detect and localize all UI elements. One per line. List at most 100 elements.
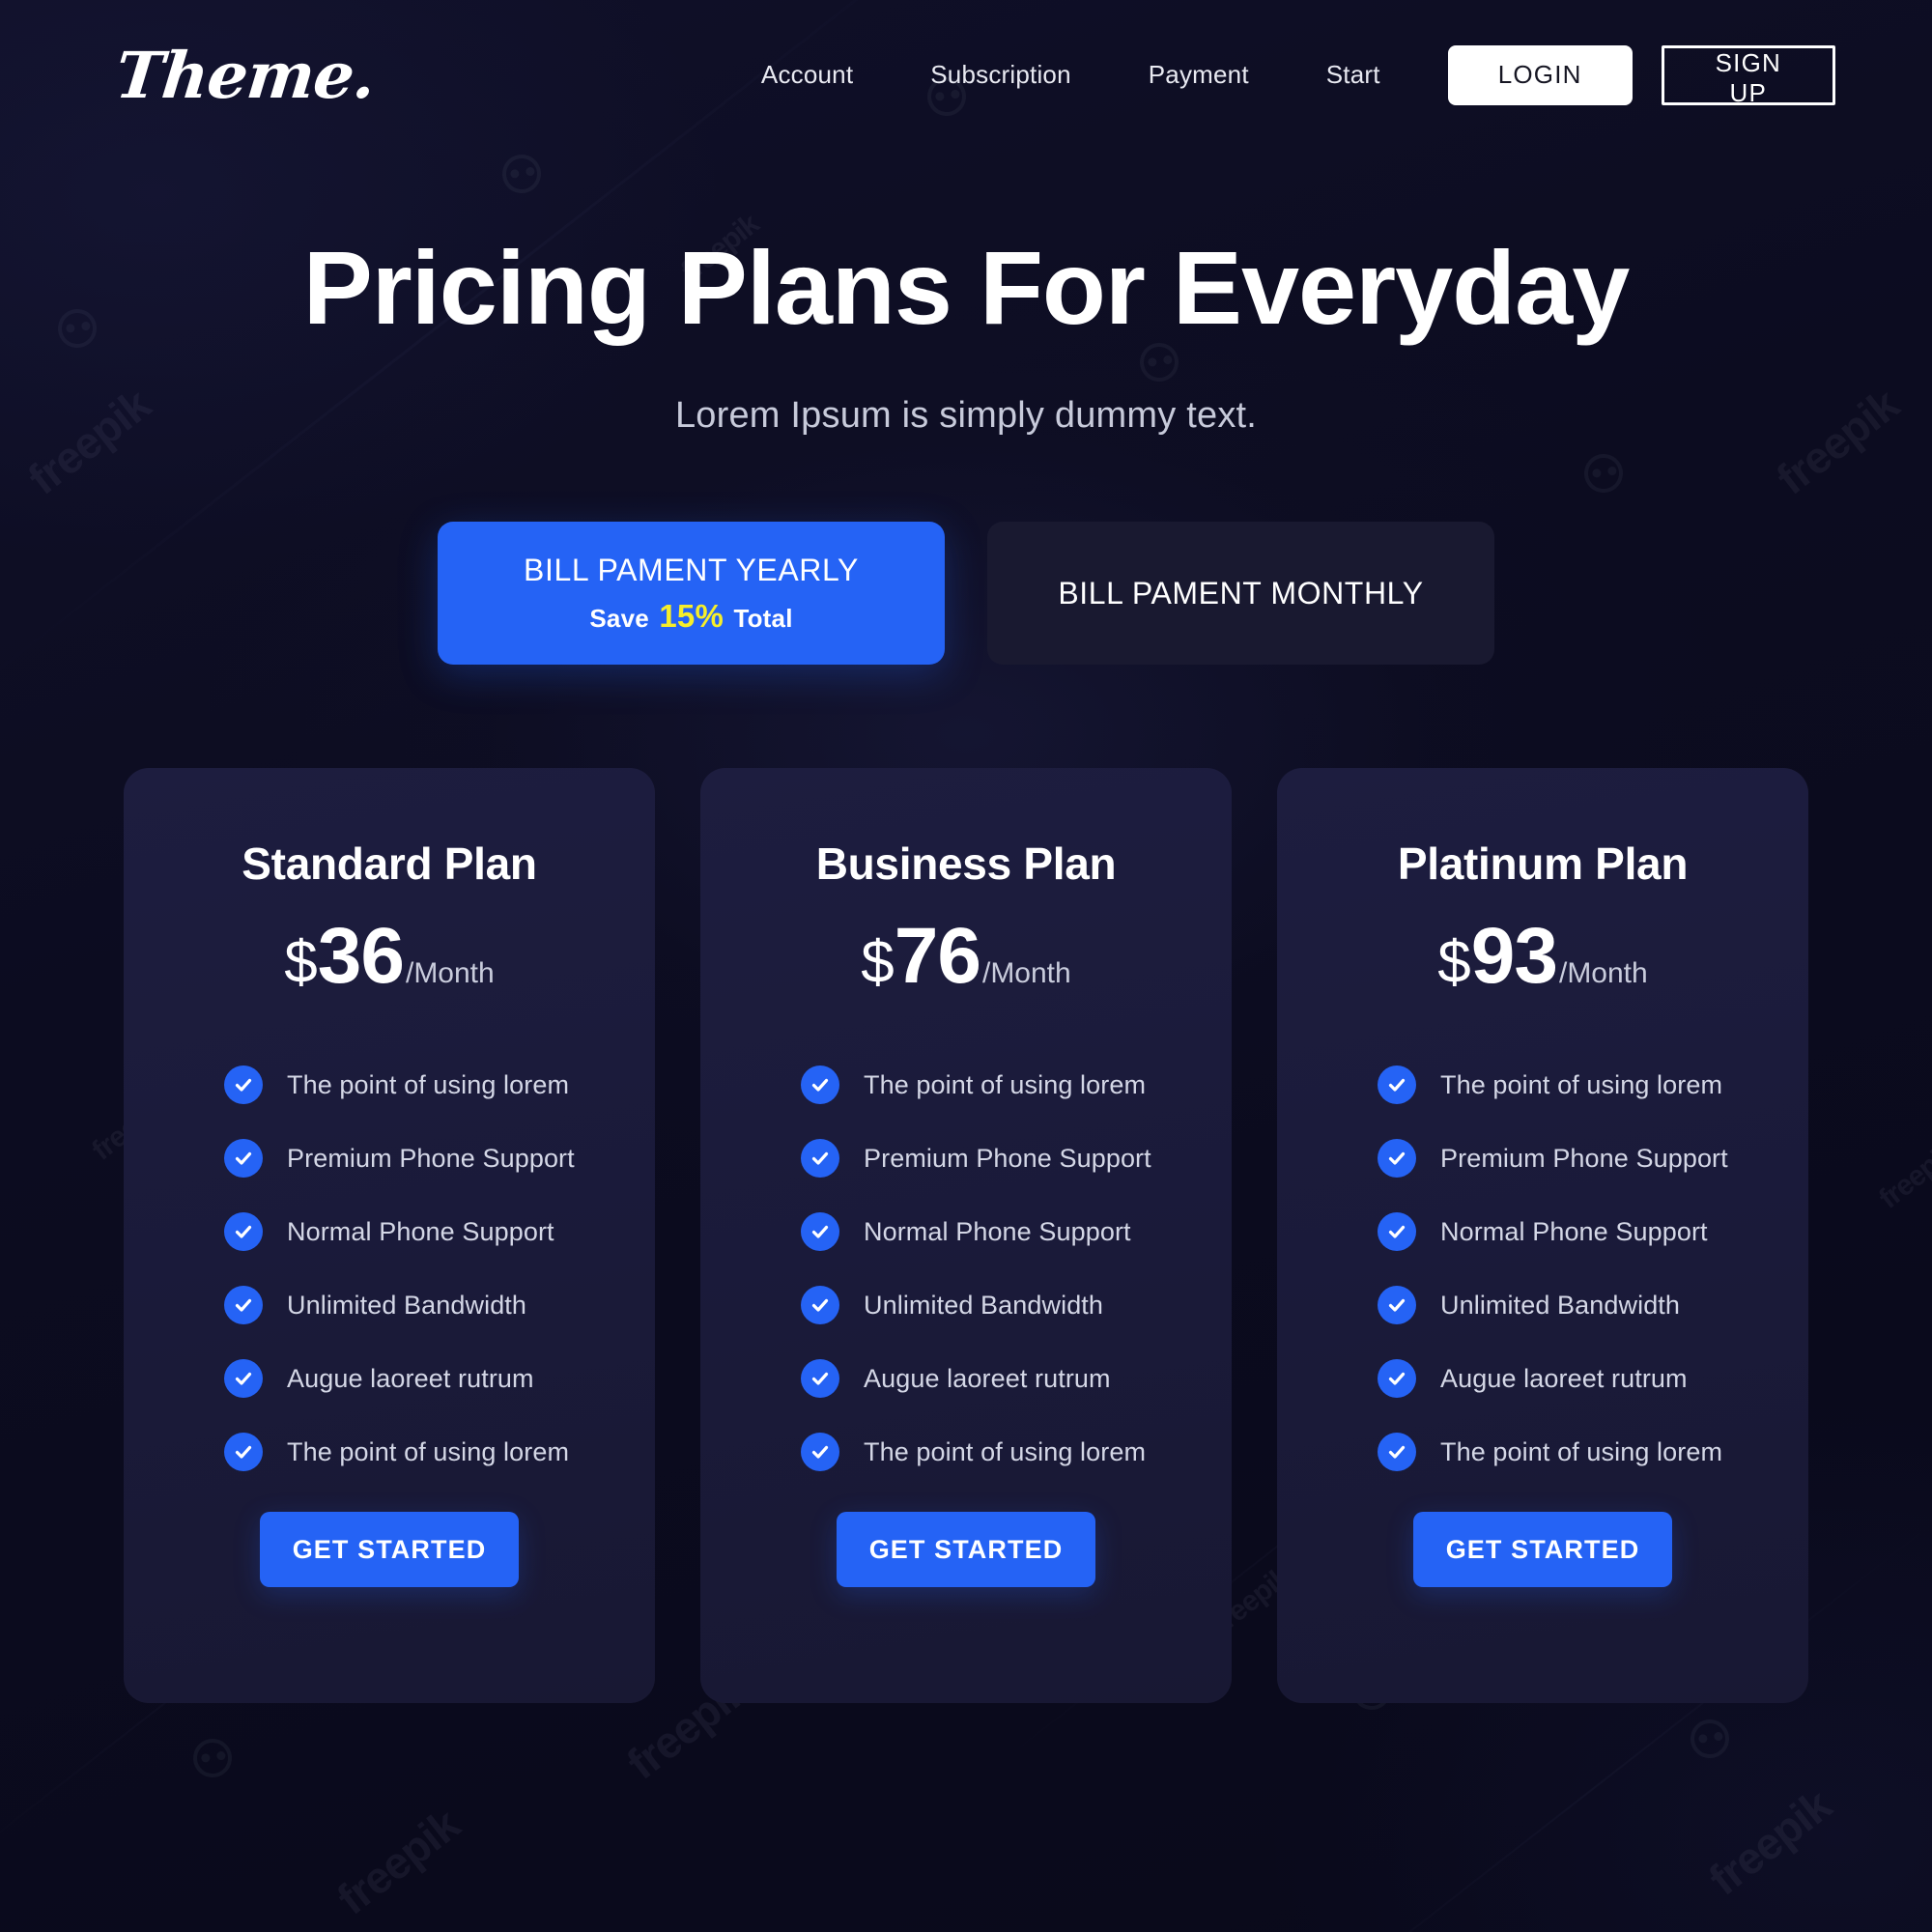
feature-label: The point of using lorem xyxy=(287,1436,570,1466)
list-item: The point of using lorem xyxy=(801,1433,1232,1471)
main-navigation: Account Subscription Payment Start xyxy=(761,60,1380,90)
list-item: The point of using lorem xyxy=(801,1065,1232,1104)
feature-label: Unlimited Bandwidth xyxy=(864,1290,1104,1320)
brand-logo[interactable]: Theme. xyxy=(112,38,379,113)
list-item: The point of using lorem xyxy=(224,1065,655,1104)
nav-item-subscription[interactable]: Subscription xyxy=(930,60,1070,90)
list-item: Normal Phone Support xyxy=(801,1212,1232,1251)
feature-label: Normal Phone Support xyxy=(1440,1216,1708,1246)
feature-label: Normal Phone Support xyxy=(287,1216,554,1246)
check-circle-icon xyxy=(224,1212,263,1251)
price-currency: $ xyxy=(284,929,318,996)
watermark-logo-icon xyxy=(1682,1711,1738,1767)
plan-price: $ 36 /Month xyxy=(284,917,494,996)
feature-label: The point of using lorem xyxy=(287,1069,570,1099)
page-title: Pricing Plans For Everyday xyxy=(302,229,1631,346)
price-currency: $ xyxy=(861,929,895,996)
nav-item-account[interactable]: Account xyxy=(761,60,853,90)
watermark-logo-icon xyxy=(494,146,550,202)
nav-item-start[interactable]: Start xyxy=(1326,60,1380,90)
check-circle-icon xyxy=(801,1065,839,1104)
feature-label: The point of using lorem xyxy=(864,1436,1147,1466)
pricing-card-standard: Standard Plan $ 36 /Month The point of u… xyxy=(124,768,655,1703)
feature-label: Premium Phone Support xyxy=(287,1143,575,1173)
list-item: Unlimited Bandwidth xyxy=(801,1286,1232,1324)
list-item: The point of using lorem xyxy=(224,1433,655,1471)
check-circle-icon xyxy=(801,1212,839,1251)
price-period: /Month xyxy=(1558,957,1648,989)
get-started-button[interactable]: GET STARTED xyxy=(1413,1512,1672,1587)
feature-label: The point of using lorem xyxy=(1440,1069,1723,1099)
plan-name: Standard Plan xyxy=(242,838,537,889)
feature-label: Augue laoreet rutrum xyxy=(864,1363,1111,1393)
savings-prefix: Save xyxy=(589,603,649,633)
billing-monthly-label: BILL PAMENT MONTHLY xyxy=(1058,575,1424,611)
billing-toggle-yearly[interactable]: BILL PAMENT YEARLY Save 15% Total xyxy=(438,522,945,665)
get-started-button[interactable]: GET STARTED xyxy=(260,1512,519,1587)
savings-value: 15% xyxy=(659,597,724,634)
feature-list: The point of using lorem Premium Phone S… xyxy=(124,1065,655,1506)
list-item: Normal Phone Support xyxy=(1378,1212,1808,1251)
page-subtitle: Lorem Ipsum is simply dummy text. xyxy=(674,394,1258,436)
price-amount: 36 xyxy=(317,912,405,1000)
site-header: Theme. Account Subscription Payment Star… xyxy=(0,0,1932,150)
check-circle-icon xyxy=(801,1286,839,1324)
price-period: /Month xyxy=(405,957,495,989)
check-circle-icon xyxy=(1378,1286,1416,1324)
price-amount: 93 xyxy=(1470,912,1558,1000)
price-period: /Month xyxy=(981,957,1071,989)
signup-button[interactable]: SIGN UP xyxy=(1661,44,1835,107)
list-item: The point of using lorem xyxy=(1378,1065,1808,1104)
hero-section: Pricing Plans For Everyday Lorem Ipsum i… xyxy=(0,229,1932,437)
feature-label: Normal Phone Support xyxy=(864,1216,1131,1246)
nav-item-payment[interactable]: Payment xyxy=(1149,60,1249,90)
check-circle-icon xyxy=(224,1065,263,1104)
plan-name: Platinum Plan xyxy=(1397,838,1689,889)
pricing-card-platinum: Platinum Plan $ 93 /Month The point of u… xyxy=(1277,768,1808,1703)
billing-yearly-label: BILL PAMENT YEARLY xyxy=(524,552,859,587)
plan-name: Business Plan xyxy=(815,838,1117,889)
check-circle-icon xyxy=(801,1359,839,1398)
check-circle-icon xyxy=(224,1433,263,1471)
check-circle-icon xyxy=(1378,1433,1416,1471)
billing-yearly-savings: Save 15% Total xyxy=(589,598,792,635)
list-item: Augue laoreet rutrum xyxy=(801,1359,1232,1398)
list-item: The point of using lorem xyxy=(1378,1433,1808,1471)
auth-actions: LOGIN SIGN UP xyxy=(1447,44,1835,107)
plan-price: $ 76 /Month xyxy=(861,917,1070,996)
check-circle-icon xyxy=(1378,1065,1416,1104)
check-circle-icon xyxy=(1378,1212,1416,1251)
check-circle-icon xyxy=(224,1359,263,1398)
get-started-button[interactable]: GET STARTED xyxy=(837,1512,1095,1587)
check-circle-icon xyxy=(1378,1139,1416,1178)
check-circle-icon xyxy=(801,1139,839,1178)
list-item: Premium Phone Support xyxy=(1378,1139,1808,1178)
list-item: Premium Phone Support xyxy=(224,1139,655,1178)
billing-toggle-monthly[interactable]: BILL PAMENT MONTHLY xyxy=(987,522,1494,665)
check-circle-icon xyxy=(801,1433,839,1471)
feature-label: Augue laoreet rutrum xyxy=(287,1363,534,1393)
login-button[interactable]: LOGIN xyxy=(1447,44,1633,105)
list-item: Unlimited Bandwidth xyxy=(1378,1286,1808,1324)
list-item: Premium Phone Support xyxy=(801,1139,1232,1178)
watermark-text: freepik xyxy=(1873,1135,1932,1215)
list-item: Augue laoreet rutrum xyxy=(224,1359,655,1398)
pricing-card-business: Business Plan $ 76 /Month The point of u… xyxy=(700,768,1232,1703)
feature-label: The point of using lorem xyxy=(1440,1436,1723,1466)
price-amount: 76 xyxy=(894,912,981,1000)
feature-label: Premium Phone Support xyxy=(864,1143,1151,1173)
list-item: Normal Phone Support xyxy=(224,1212,655,1251)
plan-price: $ 93 /Month xyxy=(1437,917,1647,996)
feature-label: Unlimited Bandwidth xyxy=(1440,1290,1681,1320)
watermark-text: freepik xyxy=(327,1799,469,1924)
watermark-text: freepik xyxy=(1699,1779,1840,1905)
savings-suffix: Total xyxy=(733,603,793,633)
check-circle-icon xyxy=(1378,1359,1416,1398)
check-circle-icon xyxy=(224,1139,263,1178)
feature-label: The point of using lorem xyxy=(864,1069,1147,1099)
list-item: Augue laoreet rutrum xyxy=(1378,1359,1808,1398)
feature-label: Augue laoreet rutrum xyxy=(1440,1363,1688,1393)
feature-list: The point of using lorem Premium Phone S… xyxy=(1277,1065,1808,1506)
page-background: Theme. Account Subscription Payment Star… xyxy=(0,0,1932,1932)
watermark-logo-icon xyxy=(1576,445,1632,501)
